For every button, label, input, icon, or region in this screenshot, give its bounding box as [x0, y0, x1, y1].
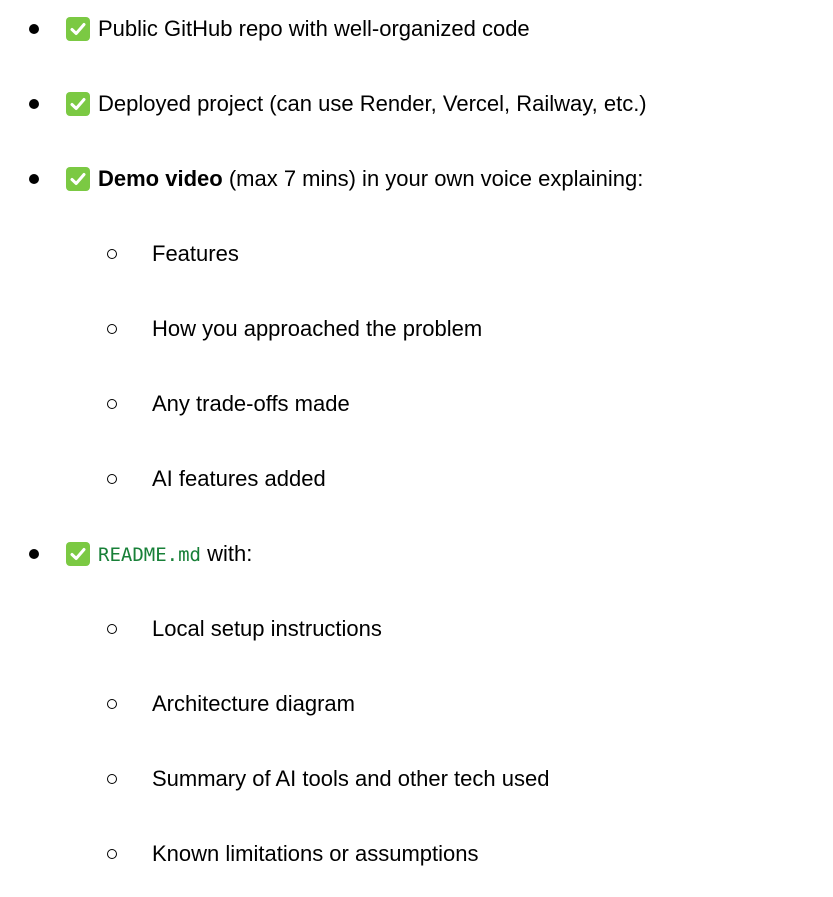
hollow-bullet-icon [107, 699, 117, 709]
hollow-bullet-icon [107, 249, 117, 259]
hollow-bullet-icon [107, 624, 117, 634]
check-mark-button-icon [66, 167, 90, 191]
bullet-icon [29, 174, 39, 184]
document-page: Public GitHub repo with well-organized c… [0, 0, 833, 897]
sub-list-item-text: AI features added [152, 466, 326, 491]
readme-filename-code: README.md [98, 544, 201, 566]
list-item-text: Demo video (max 7 mins) in your own voic… [98, 164, 643, 194]
hollow-bullet-icon [107, 399, 117, 409]
check-mark-button-icon [66, 17, 90, 41]
sub-list-item-text: Known limitations or assumptions [152, 841, 479, 866]
check-mark-button-icon [66, 542, 90, 566]
bullet-icon [29, 99, 39, 109]
hollow-bullet-icon [107, 474, 117, 484]
sub-list-item-text: Any trade-offs made [152, 391, 350, 416]
list-item-text: Deployed project (can use Render, Vercel… [98, 91, 647, 116]
bullet-icon [29, 24, 39, 34]
demo-video-label: Demo video [98, 166, 223, 191]
list-item-text: Public GitHub repo with well-organized c… [98, 16, 530, 41]
sub-list-item-text: Features [152, 241, 239, 266]
demo-video-description: (max 7 mins) in your own voice explainin… [222, 166, 644, 191]
sub-list-item-text: How you approached the problem [152, 316, 483, 341]
sub-list-item-text: Architecture diagram [152, 691, 355, 716]
hollow-bullet-icon [107, 849, 117, 859]
hollow-bullet-icon [107, 774, 117, 784]
list-item-text: README.md with: [98, 539, 252, 570]
bullet-icon [29, 549, 39, 559]
sub-list-item-text: Summary of AI tools and other tech used [152, 766, 550, 791]
check-mark-button-icon [66, 92, 90, 116]
sub-list-item-text: Local setup instructions [152, 616, 382, 641]
readme-description: with: [200, 541, 253, 566]
hollow-bullet-icon [107, 324, 117, 334]
